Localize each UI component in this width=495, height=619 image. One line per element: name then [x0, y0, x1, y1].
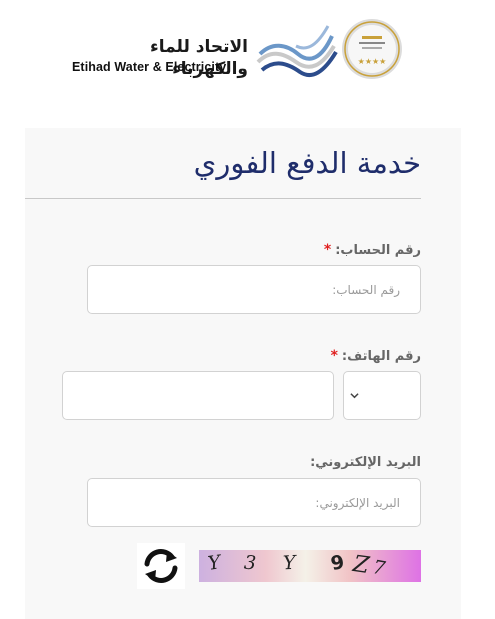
- country-code-select[interactable]: [343, 371, 421, 420]
- title-divider: [25, 198, 421, 199]
- email-label: البريد الإلكتروني:: [25, 454, 421, 472]
- phone-number-input[interactable]: [62, 371, 334, 420]
- logo-english-text: Etihad Water & Electricity: [72, 60, 227, 74]
- phone-label-text: رقم الهاتف:: [341, 349, 421, 364]
- captcha-char: 7: [371, 556, 387, 580]
- logo-wave-icon: [256, 25, 338, 78]
- chevron-down-icon: [350, 393, 359, 399]
- captcha-char: Y: [206, 551, 223, 575]
- site-header: الاتحاد للماء والكهرباء Etihad Water & E…: [0, 0, 495, 100]
- account-label-text: رقم الحساب:: [335, 243, 421, 258]
- svg-text:★★★★: ★★★★: [358, 57, 387, 66]
- captcha-char: 3: [243, 551, 257, 575]
- account-number-input[interactable]: [87, 265, 421, 314]
- captcha-char: Y: [282, 551, 297, 575]
- phone-label: رقم الهاتف:*: [25, 347, 421, 366]
- email-label-text: البريد الإلكتروني:: [310, 455, 421, 470]
- account-label: رقم الحساب:*: [25, 241, 421, 260]
- captcha-char: Z: [351, 551, 371, 579]
- captcha-refresh-button[interactable]: [137, 543, 185, 589]
- captcha-image: Y 3 Y 9 Z 7: [199, 550, 421, 582]
- refresh-icon: [144, 549, 178, 583]
- captcha-char: 9: [328, 550, 347, 576]
- required-mark: *: [330, 348, 338, 364]
- page-title: خدمة الدفع الفوري: [193, 146, 421, 180]
- excellence-seal-icon: ★★★★: [342, 19, 402, 79]
- required-mark: *: [323, 242, 332, 258]
- email-input[interactable]: [87, 478, 421, 527]
